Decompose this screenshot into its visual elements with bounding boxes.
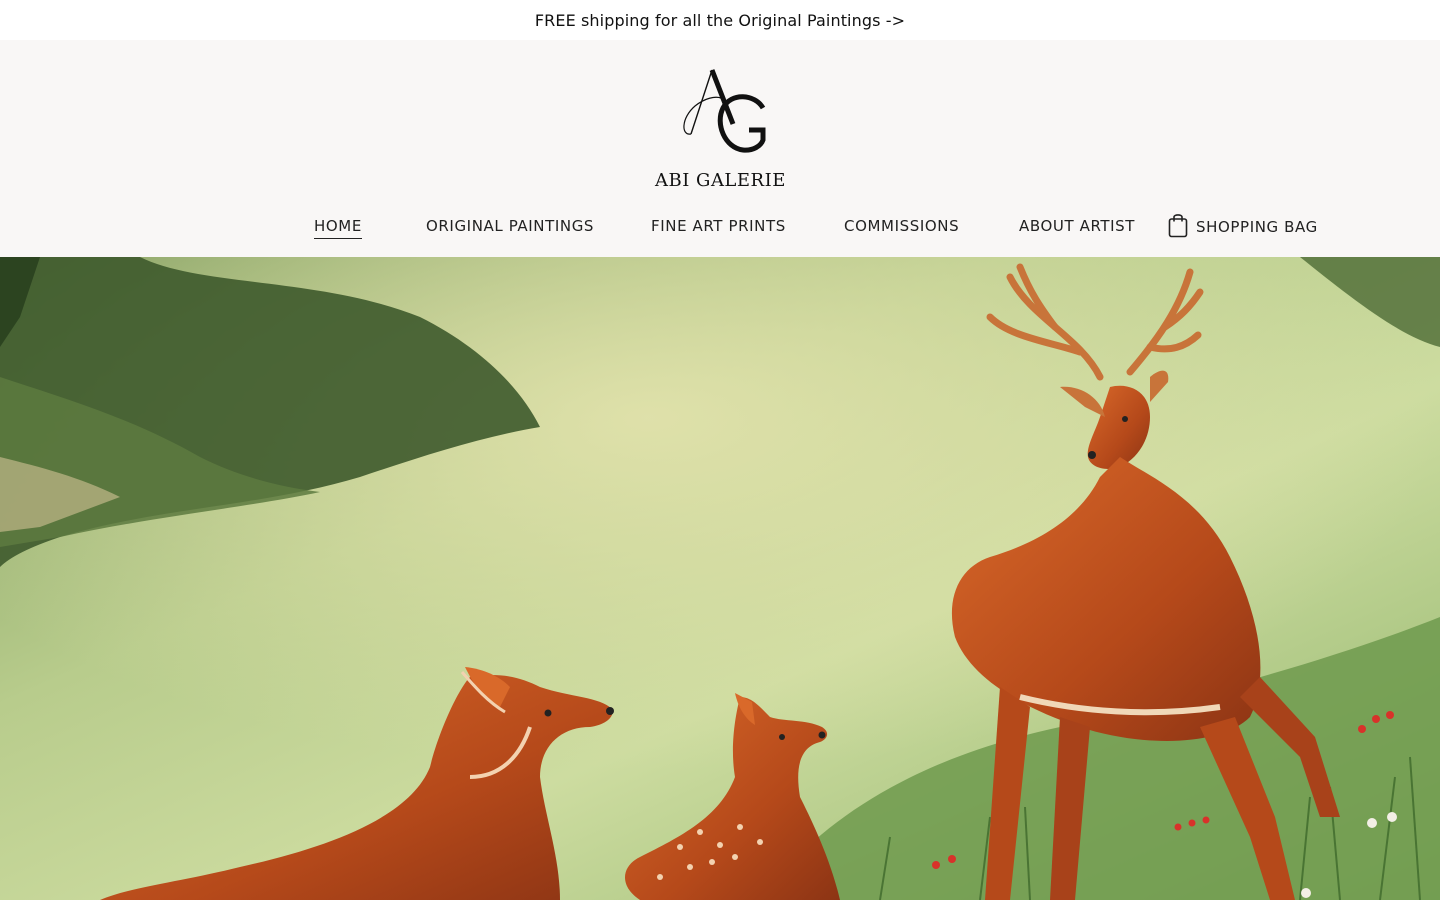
nav-item-home[interactable]: HOME <box>314 216 362 239</box>
monogram-logo-icon <box>683 69 766 153</box>
announcement-link[interactable]: FREE shipping for all the Original Paint… <box>535 11 905 30</box>
site-header: ABI GALERIE HOME ORIGINAL PAINTINGS FINE… <box>0 40 1440 257</box>
shopping-bag-label: SHOPPING BAG <box>1196 218 1318 236</box>
nav-item-commissions[interactable]: COMMISSIONS <box>844 216 959 236</box>
deer-painting <box>0 257 1440 900</box>
announcement-bar: FREE shipping for all the Original Paint… <box>0 0 1440 40</box>
shopping-bag-button[interactable]: SHOPPING BAG <box>1168 212 1318 238</box>
main-nav: HOME ORIGINAL PAINTINGS FINE ART PRINTS … <box>0 210 1440 242</box>
nav-item-original-paintings[interactable]: ORIGINAL PAINTINGS <box>426 216 594 236</box>
shopping-bag-icon <box>1168 214 1188 238</box>
brand-logo[interactable]: ABI GALERIE <box>655 66 785 196</box>
brand-name: ABI GALERIE <box>655 170 786 191</box>
hero-image <box>0 257 1440 900</box>
nav-item-about-artist[interactable]: ABOUT ARTIST <box>1019 216 1135 236</box>
nav-item-fine-art-prints[interactable]: FINE ART PRINTS <box>651 216 786 236</box>
